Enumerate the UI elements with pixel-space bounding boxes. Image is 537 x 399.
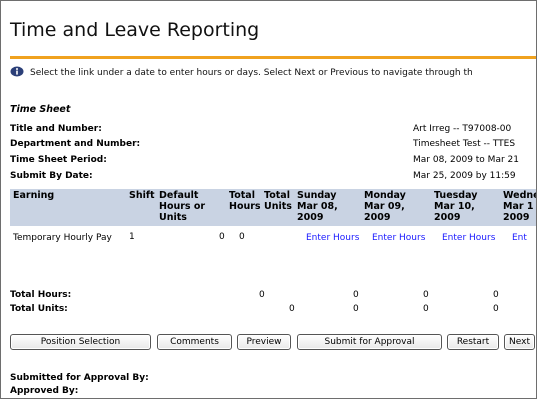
enter-hours-monday-link[interactable]: Enter Hours <box>372 233 425 243</box>
time-leave-page: Time and Leave Reporting Select the link… <box>0 0 537 399</box>
title-number-label: Title and Number: <box>10 124 102 134</box>
preview-button[interactable]: Preview <box>237 334 291 350</box>
title-number-value: Art Irreg -- T97008-00 <box>413 124 512 134</box>
enter-hours-wednesday-link[interactable]: Ent <box>512 233 527 243</box>
total-units-label: Total Units: <box>10 304 68 314</box>
total-hours-sunday: 0 <box>353 290 359 300</box>
instruction-text: Select the link under a date to enter ho… <box>30 68 473 78</box>
col-tuesday: Tuesday Mar 10, 2009 <box>434 190 478 223</box>
department-number-value: Timesheet Test -- TTES <box>413 139 516 149</box>
total-hours-label: Total Hours: <box>10 290 72 300</box>
col-wednesday: Wedne Mar 1 2009 <box>503 190 537 223</box>
period-label: Time Sheet Period: <box>10 155 107 165</box>
total-hours-value: 0 <box>239 232 245 242</box>
page-title: Time and Leave Reporting <box>10 19 260 41</box>
submit-by-value: Mar 25, 2009 by 11:59 <box>413 171 516 181</box>
position-selection-button[interactable]: Position Selection <box>10 334 151 350</box>
col-monday: Monday Mar 09, 2009 <box>364 190 406 223</box>
period-value: Mar 08, 2009 to Mar 21 <box>413 155 519 165</box>
department-number-label: Department and Number: <box>10 139 141 149</box>
instruction-line: Select the link under a date to enter ho… <box>10 66 473 82</box>
total-hours-monday: 0 <box>423 290 429 300</box>
col-total-units: Total Units <box>264 190 292 212</box>
enter-hours-sunday-link[interactable]: Enter Hours <box>306 233 359 243</box>
total-hours-sum: 0 <box>259 290 265 300</box>
col-total-hours: Total Hours <box>229 190 261 212</box>
approved-by-label: Approved By: <box>10 386 79 396</box>
title-underline <box>10 56 536 59</box>
time-sheet-heading: Time Sheet <box>10 104 71 115</box>
info-icon <box>10 66 24 77</box>
submit-by-label: Submit By Date: <box>10 171 93 181</box>
enter-hours-tuesday-link[interactable]: Enter Hours <box>442 233 495 243</box>
restart-button[interactable]: Restart <box>447 334 499 350</box>
total-units-sunday: 0 <box>353 304 359 314</box>
shift-value: 1 <box>129 232 135 242</box>
col-earning: Earning <box>13 190 55 201</box>
submitted-for-approval-label: Submitted for Approval By: <box>10 373 149 383</box>
default-hours-value: 0 <box>219 232 225 242</box>
earning-type: Temporary Hourly Pay <box>13 233 112 243</box>
total-units-monday: 0 <box>423 304 429 314</box>
comments-button[interactable]: Comments <box>157 334 232 350</box>
col-shift: Shift <box>129 190 155 201</box>
col-default-hours: Default Hours or Units <box>159 190 206 223</box>
total-hours-tuesday: 0 <box>493 290 499 300</box>
next-button[interactable]: Next <box>504 334 535 350</box>
col-sunday: Sunday Mar 08, 2009 <box>297 190 338 223</box>
submit-for-approval-button[interactable]: Submit for Approval <box>297 334 442 350</box>
total-units-tuesday: 0 <box>493 304 499 314</box>
total-units-sum: 0 <box>289 304 295 314</box>
